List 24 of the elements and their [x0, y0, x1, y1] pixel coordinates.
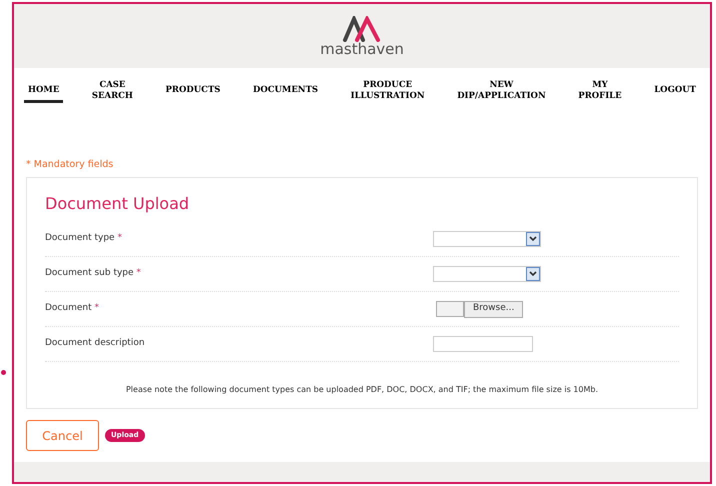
field-label: Document type * — [45, 232, 123, 246]
field-label: Document sub type * — [45, 267, 142, 280]
field-label: Document * — [45, 302, 100, 316]
chevron-down-icon — [526, 232, 540, 246]
nav-tab[interactable]: NEW DIP/APPLICATION — [453, 76, 550, 108]
dropdown-field[interactable] — [433, 231, 541, 247]
mandatory-note: * Mandatory fields — [26, 159, 114, 170]
nav-tab[interactable]: MY PROFILE — [574, 76, 626, 108]
nav-tab[interactable]: CASE SEARCH — [88, 76, 137, 108]
logo-icon — [342, 16, 382, 42]
field-label: Document description — [45, 337, 146, 350]
upload-note: Please note the following document types can be uploaded PDF, DOC, DOCX, and TIF; the maximum file size is 10Mb. — [124, 384, 599, 396]
description-input[interactable] — [433, 336, 533, 352]
logo-text: masthaven — [320, 42, 404, 56]
nav-tab[interactable]: PRODUCE ILLUSTRATION — [346, 76, 429, 108]
nav-tab[interactable]: HOME — [24, 81, 64, 103]
dropdown-field[interactable] — [433, 266, 541, 282]
nav-tab[interactable]: DOCUMENTS — [248, 81, 322, 103]
browse-button[interactable]: Browse... — [464, 300, 524, 318]
nav-tab[interactable]: LOGOUT — [650, 81, 700, 103]
form-title: Document Upload — [45, 193, 190, 215]
file-name-field[interactable] — [436, 301, 464, 317]
nav-tab[interactable]: PRODUCTS — [162, 81, 224, 103]
chevron-down-icon — [526, 267, 540, 281]
